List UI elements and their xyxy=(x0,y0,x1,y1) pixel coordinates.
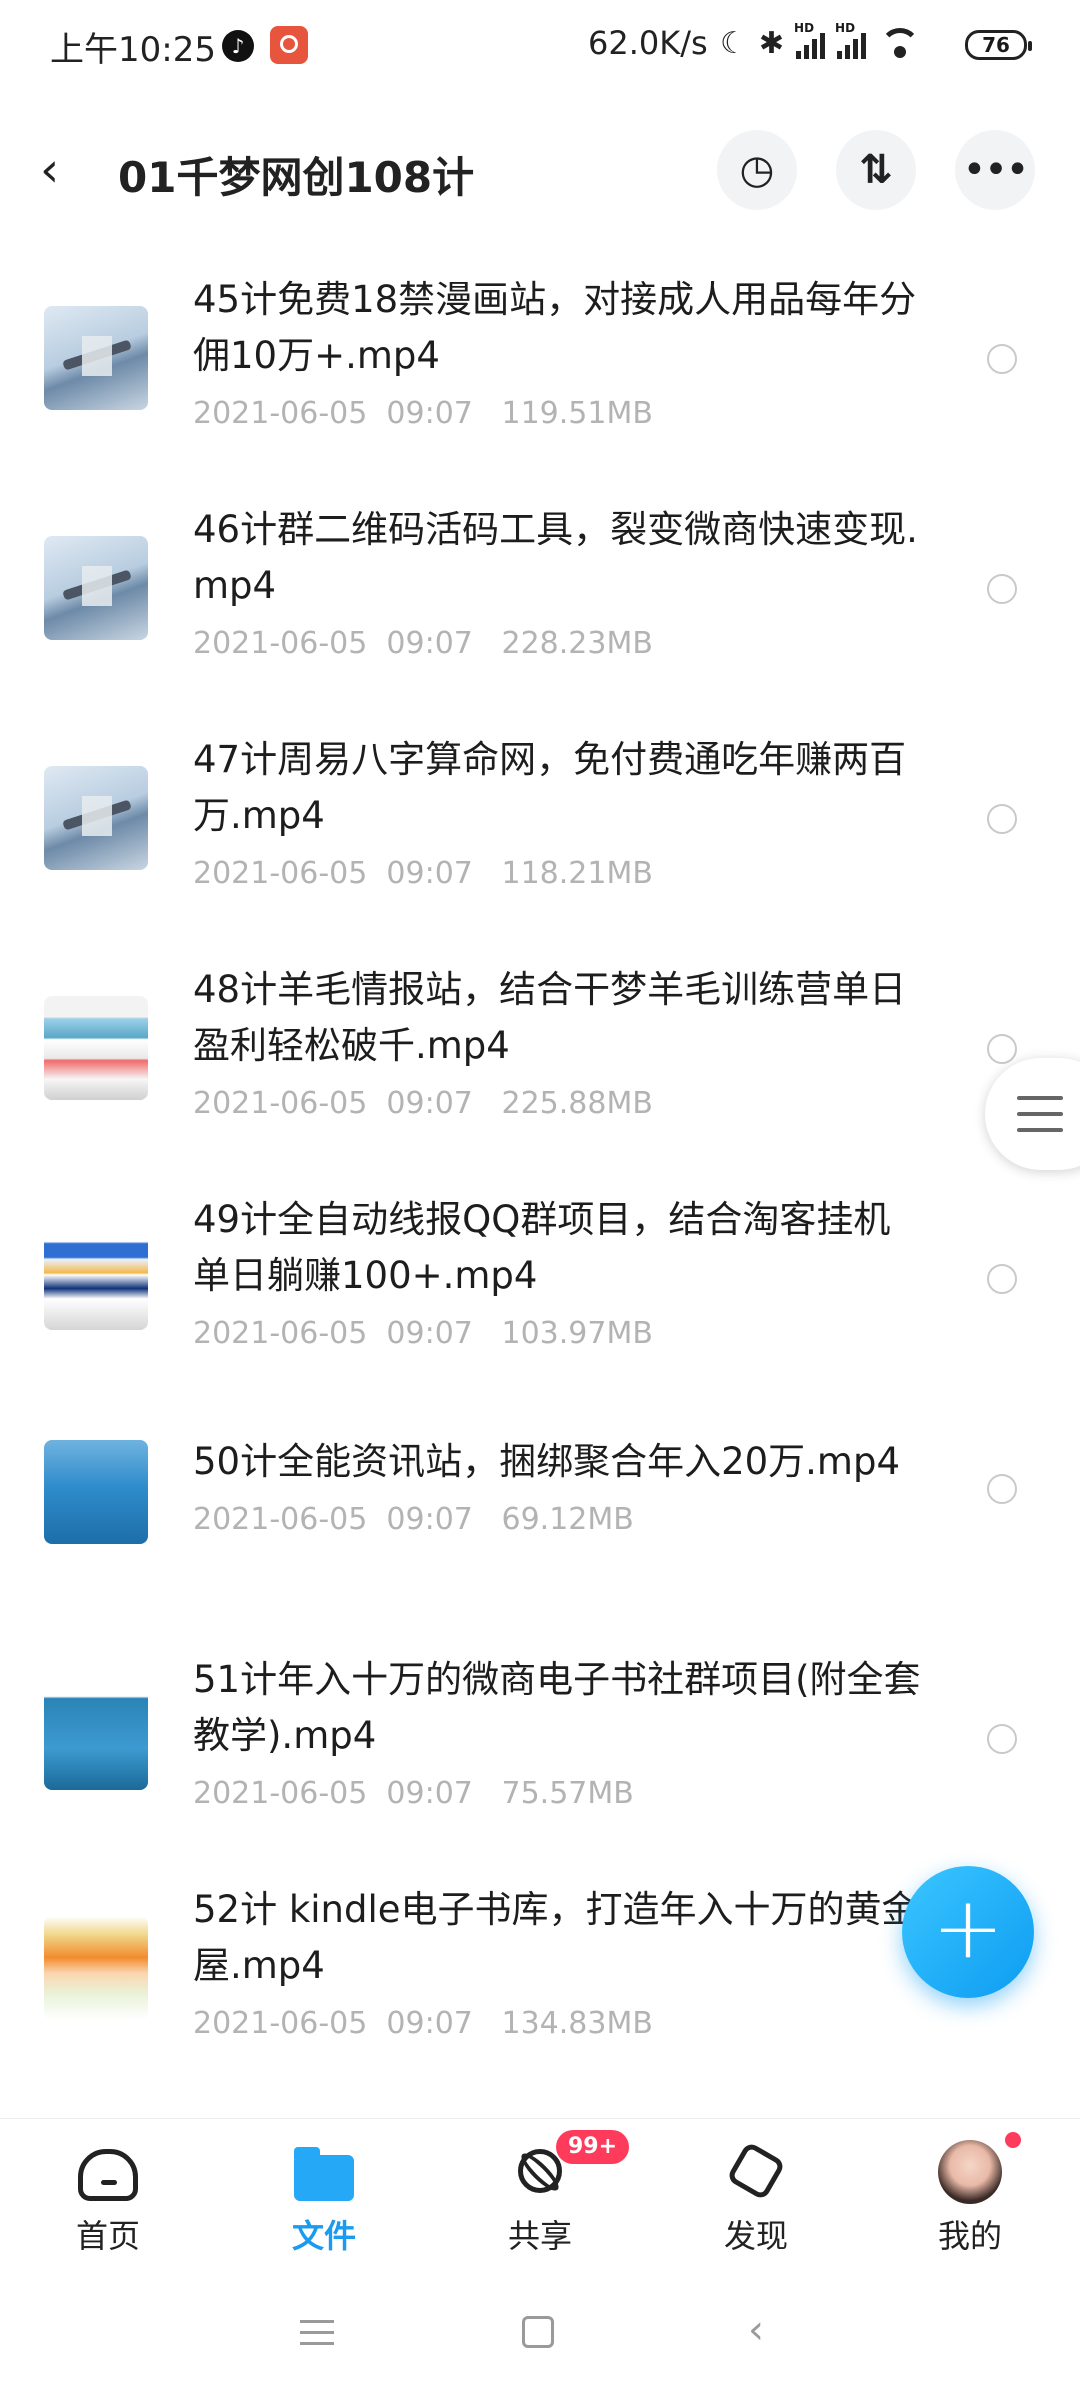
share-badge: 99+ xyxy=(556,2130,630,2164)
file-name: 48计羊毛情报站，结合干梦羊毛训练营单日盈利轻松破千.mp4 xyxy=(193,968,907,1067)
more-icon: ••• xyxy=(962,147,1030,193)
folder-icon xyxy=(294,2147,354,2201)
nav-discover-label: 发现 xyxy=(723,2217,788,2255)
file-size: 225.88MB xyxy=(501,1086,653,1121)
back-button[interactable]: ‹ xyxy=(40,140,100,200)
file-date: 2021-06-05 09:07 xyxy=(193,1086,473,1121)
system-nav: ‹ xyxy=(0,2268,1080,2400)
network-speed: 62.0K/s xyxy=(588,24,708,62)
file-meta: 2021-06-05 09:07 225.88MB xyxy=(193,1086,653,1121)
file-row[interactable]: 45计免费18禁漫画站，对接成人用品每年分佣10万+.mp4 2021-06-05… xyxy=(0,240,1080,470)
file-meta: 2021-06-05 09:07 228.23MB xyxy=(193,626,653,661)
file-list: 45计免费18禁漫画站，对接成人用品每年分佣10万+.mp4 2021-06-05… xyxy=(0,240,1080,2120)
add-button[interactable]: + xyxy=(902,1866,1034,1998)
file-date: 2021-06-05 09:07 xyxy=(193,626,473,661)
select-radio[interactable] xyxy=(987,1034,1017,1064)
select-radio[interactable] xyxy=(987,344,1017,374)
nav-discover[interactable]: 发现 xyxy=(676,2119,836,2269)
video-thumbnail xyxy=(44,1226,148,1330)
file-meta: 2021-06-05 09:07 103.97MB xyxy=(193,1316,653,1351)
recents-button[interactable] xyxy=(300,2318,334,2348)
file-row[interactable]: 47计周易八字算命网，免付费通吃年赚两百万.mp4 2021-06-05 09:0… xyxy=(0,700,1080,930)
select-radio[interactable] xyxy=(987,1264,1017,1294)
video-thumbnail xyxy=(44,536,148,640)
signal-icon-2: HD xyxy=(835,21,867,59)
file-row[interactable]: 48计羊毛情报站，结合干梦羊毛训练营单日盈利轻松破千.mp4 2021-06-05… xyxy=(0,930,1080,1160)
status-time: 上午10:25 xyxy=(50,30,216,70)
file-name: 51计年入十万的微商电子书社群项目(附全套教学).mp4 xyxy=(193,1658,921,1757)
select-radio[interactable] xyxy=(987,1724,1017,1754)
file-meta: 2021-06-05 09:07 118.21MB xyxy=(193,856,653,891)
select-radio[interactable] xyxy=(987,1474,1017,1504)
file-name: 52计 kindle电子书库，打造年入十万的黄金屋.mp4 xyxy=(193,1888,919,1987)
file-name: 50计全能资讯站，捆绑聚合年入20万.mp4 xyxy=(193,1440,900,1483)
page-title: 01千梦网创108计 xyxy=(118,153,475,202)
select-radio[interactable] xyxy=(987,804,1017,834)
wifi-icon xyxy=(878,28,922,60)
file-size: 228.23MB xyxy=(501,626,653,661)
video-thumbnail xyxy=(44,996,148,1100)
file-name: 46计群二维码活码工具，裂变微商快速变现.mp4 xyxy=(193,508,918,607)
nav-profile-label: 我的 xyxy=(937,2217,1002,2255)
video-thumbnail xyxy=(44,1440,148,1544)
file-meta: 2021-06-05 09:07 119.51MB xyxy=(193,396,653,431)
file-date: 2021-06-05 09:07 xyxy=(193,856,473,891)
file-name: 49计全自动线报QQ群项目，结合淘客挂机单日躺赚100+.mp4 xyxy=(193,1198,891,1297)
file-row[interactable]: 50计全能资讯站，捆绑聚合年入20万.mp4 2021-06-05 09:07 6… xyxy=(0,1390,1080,1620)
file-meta: 2021-06-05 09:07 69.12MB xyxy=(193,1502,634,1537)
video-thumbnail xyxy=(44,1686,148,1790)
file-row[interactable]: 53计知识付费高阶玩法之布局永久流量 xyxy=(0,2080,1080,2120)
file-date: 2021-06-05 09:07 xyxy=(193,1316,473,1351)
bluetooth-icon: ✱ xyxy=(758,26,785,61)
discover-icon xyxy=(725,2140,787,2202)
file-size: 118.21MB xyxy=(501,856,653,891)
status-icons: ☾ ✱ HD HD xyxy=(720,21,922,64)
file-date: 2021-06-05 09:07 xyxy=(193,1776,473,1811)
nav-home-label: 首页 xyxy=(75,2217,140,2255)
header: ‹ 01千梦网创108计 ◷ ⇅ ••• xyxy=(0,120,1080,220)
more-button[interactable]: ••• xyxy=(955,130,1035,210)
status-bar: 上午10:25 ♪ 62.0K/s ☾ ✱ HD HD 76 xyxy=(0,0,1080,96)
file-size: 119.51MB xyxy=(501,396,653,431)
moon-icon: ☾ xyxy=(720,26,747,61)
file-size: 75.57MB xyxy=(501,1776,634,1811)
select-radio[interactable] xyxy=(987,574,1017,604)
clock-icon: ◷ xyxy=(739,147,775,193)
file-date: 2021-06-05 09:07 xyxy=(193,2006,473,2041)
file-name: 45计免费18禁漫画站，对接成人用品每年分佣10万+.mp4 xyxy=(193,278,917,377)
file-name: 47计周易八字算命网，免付费通吃年赚两百万.mp4 xyxy=(193,738,907,837)
history-button[interactable]: ◷ xyxy=(717,130,797,210)
system-back-button[interactable]: ‹ xyxy=(748,2310,764,2350)
file-meta: 2021-06-05 09:07 75.57MB xyxy=(193,1776,634,1811)
file-size: 134.83MB xyxy=(501,2006,653,2041)
notification-dot xyxy=(1005,2132,1021,2148)
file-row[interactable]: 46计群二维码活码工具，裂变微商快速变现.mp4 2021-06-05 09:07… xyxy=(0,470,1080,700)
video-thumbnail xyxy=(44,306,148,410)
file-row[interactable]: 51计年入十万的微商电子书社群项目(附全套教学).mp4 2021-06-05 0… xyxy=(0,1620,1080,1850)
video-thumbnail xyxy=(44,766,148,870)
file-date: 2021-06-05 09:07 xyxy=(193,1502,473,1537)
avatar[interactable] xyxy=(938,2140,1002,2204)
file-size: 103.97MB xyxy=(501,1316,653,1351)
video-thumbnail xyxy=(44,1916,148,2020)
cloud-icon xyxy=(78,2149,138,2201)
file-row[interactable]: 49计全自动线报QQ群项目，结合淘客挂机单日躺赚100+.mp4 2021-06-… xyxy=(0,1160,1080,1390)
tiktok-icon: ♪ xyxy=(222,30,254,62)
battery-icon: 76 xyxy=(965,30,1032,60)
home-button[interactable] xyxy=(522,2316,554,2348)
nav-files-label: 文件 xyxy=(291,2217,356,2255)
plus-icon: + xyxy=(931,1878,1005,1978)
signal-icon: HD xyxy=(794,21,826,59)
file-size: 69.12MB xyxy=(501,1502,634,1537)
file-date: 2021-06-05 09:07 xyxy=(193,396,473,431)
share-icon xyxy=(518,2149,562,2193)
app-notification-icon xyxy=(270,26,308,64)
nav-files[interactable]: 文件 xyxy=(244,2119,404,2269)
sort-icon: ⇅ xyxy=(859,147,893,193)
nav-home[interactable]: 首页 xyxy=(28,2119,188,2269)
file-meta: 2021-06-05 09:07 134.83MB xyxy=(193,2006,653,2041)
sort-button[interactable]: ⇅ xyxy=(836,130,916,210)
bottom-nav: 首页 文件 共享 发现 我的 xyxy=(0,2118,1080,2269)
nav-share-label: 共享 xyxy=(507,2217,572,2255)
